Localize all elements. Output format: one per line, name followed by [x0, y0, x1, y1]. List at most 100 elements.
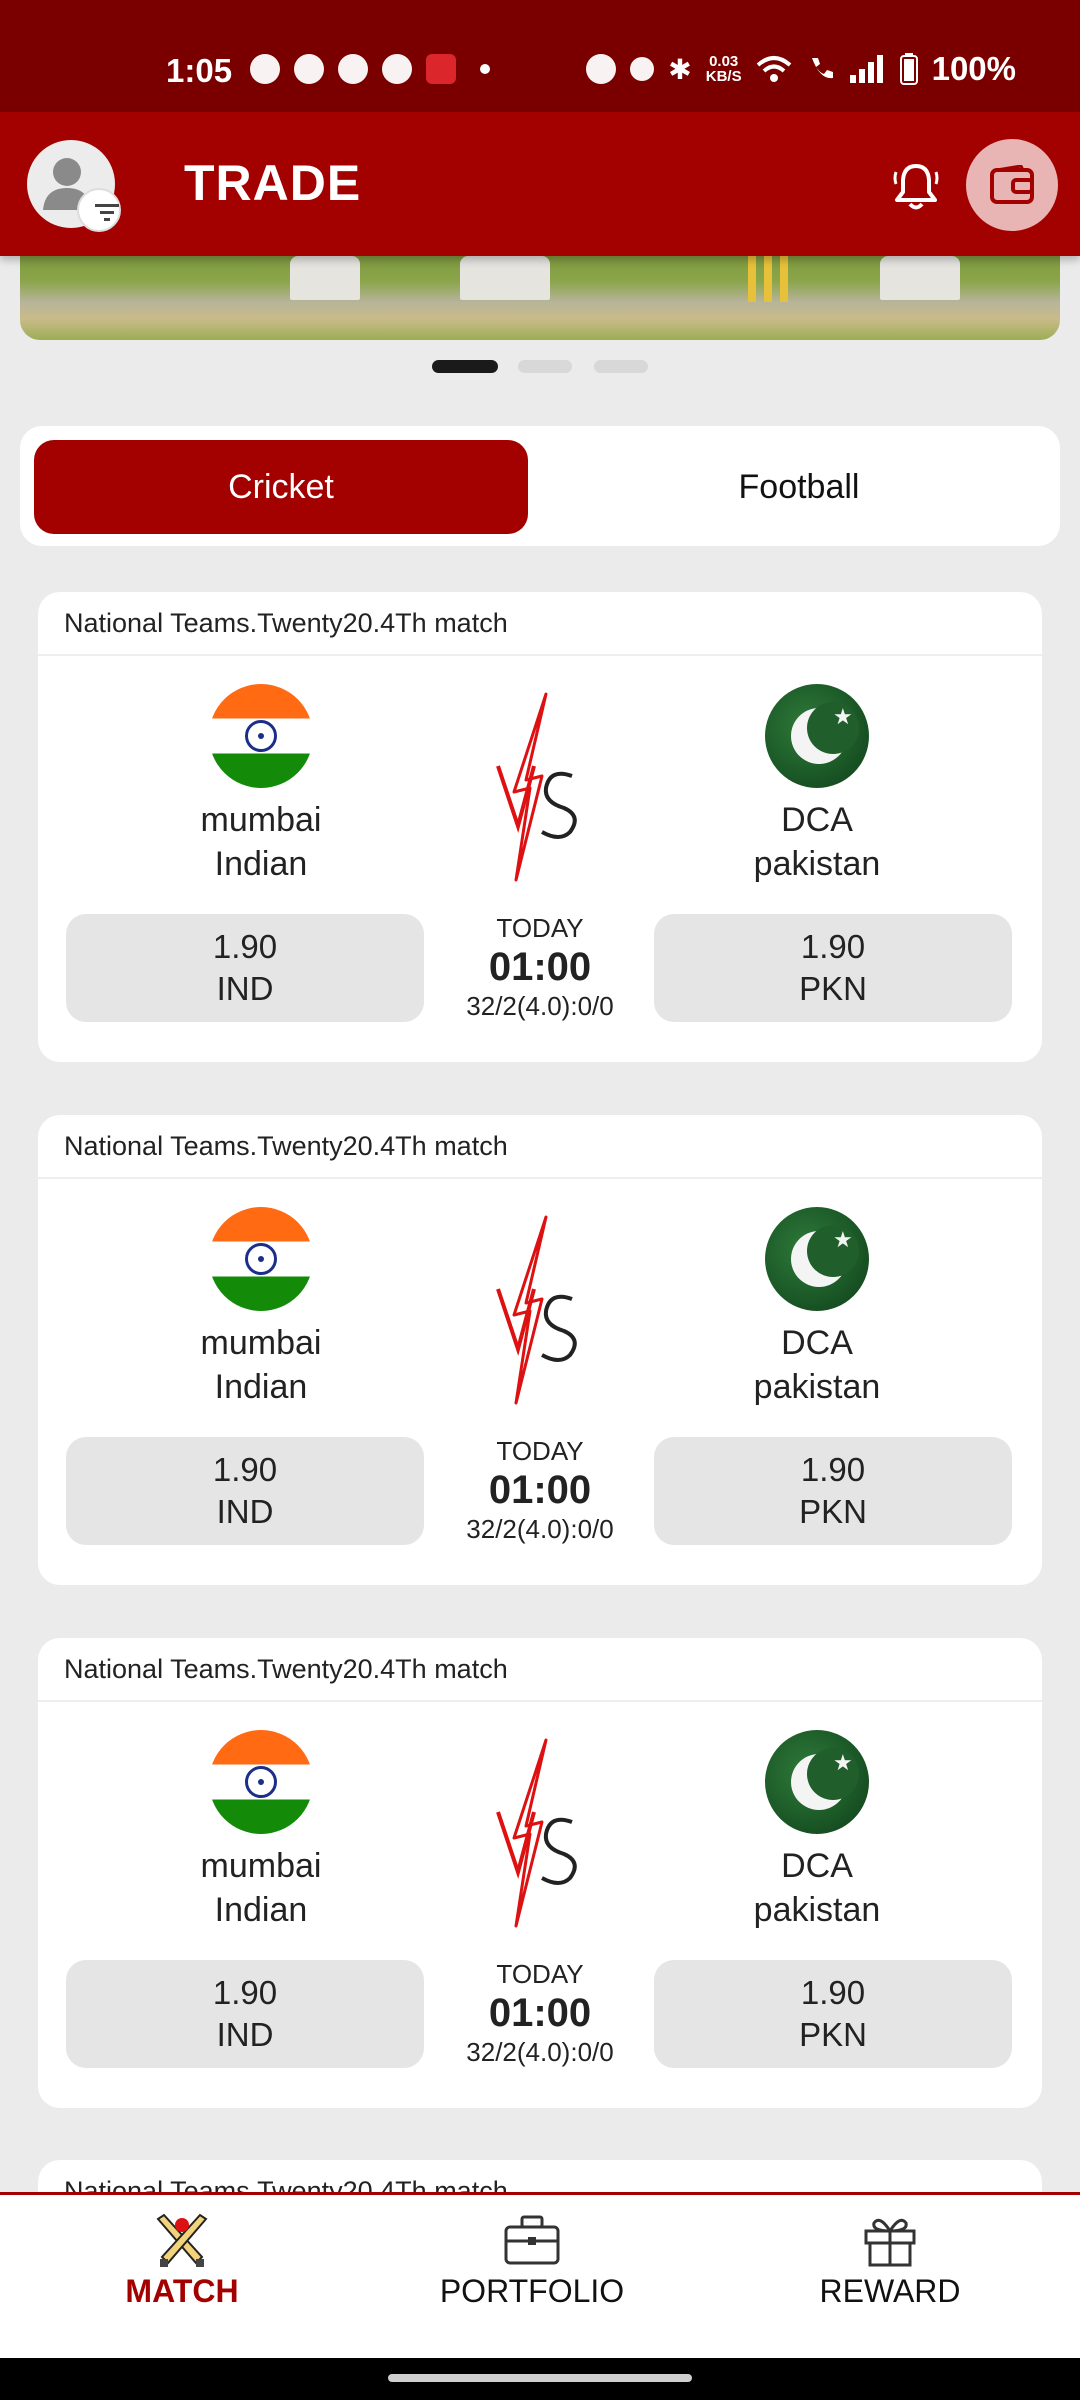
match-time: 01:00	[488, 1468, 592, 1512]
bluetooth-icon: ✱	[668, 53, 692, 85]
away-odds-button[interactable]: 1.90 PKN	[654, 914, 1012, 1022]
india-flag-icon	[209, 684, 313, 788]
gesture-bar	[0, 2358, 1080, 2400]
league-name: National Teams.Twenty20.4Th match	[38, 1115, 1042, 1179]
home-team: mumbai Indian	[136, 1730, 386, 1932]
cricket-bat-icon	[156, 2213, 208, 2267]
pakistan-flag-icon: ★	[765, 1730, 869, 1834]
home-odds-value: 1.90	[212, 1974, 278, 2011]
away-odds-button[interactable]: 1.90 PKN	[654, 1437, 1012, 1545]
home-indicator[interactable]	[388, 2374, 692, 2382]
india-flag-icon	[209, 1730, 313, 1834]
tab-football[interactable]: Football	[552, 440, 1046, 534]
away-team: ★ DCA pakistan	[692, 1207, 942, 1409]
bottom-nav: MATCH PORTFOLIO REWARD	[0, 2192, 1080, 2358]
data-saver-icon	[586, 54, 617, 84]
nav-portfolio[interactable]: PORTFOLIO	[412, 2213, 652, 2310]
home-odds-value: 1.90	[212, 928, 278, 965]
carousel-indicator	[0, 360, 1080, 374]
match-time: 01:00	[488, 945, 592, 989]
nav-reward-label: REWARD	[819, 2273, 961, 2309]
india-flag-icon	[209, 1207, 313, 1311]
away-team: ★ DCA pakistan	[692, 1730, 942, 1932]
chat-icon	[338, 54, 368, 84]
carousel-dot	[518, 360, 572, 373]
carousel-dot	[594, 360, 648, 373]
away-odds-value: 1.90	[800, 928, 866, 965]
wifi-icon	[756, 56, 791, 82]
snapchat-icon	[294, 54, 324, 84]
battery-icon	[899, 53, 918, 85]
filter-icon[interactable]	[77, 188, 121, 232]
notification-bell-icon[interactable]	[890, 160, 942, 212]
home-team-code: IND	[216, 970, 274, 1007]
net-speed-unit: KB/S	[705, 68, 742, 85]
match-time-info: TODAY 01:00 32/2(4.0):0/0	[440, 1435, 640, 1545]
net-speed: 0.03 KB/S	[706, 54, 742, 84]
home-team-name-line1: mumbai	[200, 801, 322, 839]
pakistan-flag-icon: ★	[765, 684, 869, 788]
home-odds-value: 1.90	[212, 1451, 278, 1488]
alarm-icon	[630, 57, 655, 81]
system-icons: ✱ 0.03 KB/S 100%	[586, 50, 1016, 88]
away-team-name-line2: pakistan	[753, 1368, 881, 1406]
b-app-icon	[250, 54, 280, 84]
away-odds-button[interactable]: 1.90 PKN	[654, 1960, 1012, 2068]
nav-match[interactable]: MATCH	[62, 2213, 302, 2310]
nav-reward[interactable]: REWARD	[770, 2213, 1010, 2310]
wallet-button[interactable]	[966, 139, 1058, 231]
home-odds-button[interactable]: 1.90 IND	[66, 1437, 424, 1545]
net-speed-value: 0.03	[709, 53, 739, 70]
home-odds-button[interactable]: 1.90 IND	[66, 1960, 424, 2068]
home-team-code: IND	[216, 2016, 274, 2053]
away-team-name-line1: DCA	[781, 1847, 853, 1885]
match-time: 01:00	[488, 1991, 592, 2035]
away-team-name-line1: DCA	[781, 801, 853, 839]
home-team-name-line1: mumbai	[200, 1324, 322, 1362]
wifi-calling-icon	[811, 58, 833, 79]
away-team-name-line1: DCA	[781, 1324, 853, 1362]
match-card[interactable]: National Teams.Twenty20.4Th match mumbai…	[38, 1638, 1042, 2108]
banner-player	[880, 256, 960, 300]
match-score: 32/2(4.0):0/0	[466, 991, 614, 1021]
match-card[interactable]: National Teams.Twenty20.4Th match mumbai…	[38, 592, 1042, 1062]
promo-banner[interactable]	[20, 256, 1060, 340]
banner-stumps	[748, 256, 788, 302]
page-title: TRADE	[184, 155, 362, 211]
home-team-name-line2: Indian	[214, 1368, 308, 1406]
home-team-name-line2: Indian	[214, 1891, 308, 1929]
home-team-name-line1: mumbai	[200, 1847, 322, 1885]
home-team: mumbai Indian	[136, 684, 386, 886]
home-team: mumbai Indian	[136, 1207, 386, 1409]
avatar[interactable]	[27, 140, 121, 232]
banner-player	[460, 256, 550, 300]
home-odds-button[interactable]: 1.90 IND	[66, 914, 424, 1022]
versus-icon	[496, 1738, 577, 1928]
sport-tabs: Cricket Football	[20, 426, 1060, 546]
match-day: TODAY	[496, 1959, 584, 1989]
notification-icons	[250, 54, 490, 84]
match-time-info: TODAY 01:00 32/2(4.0):0/0	[440, 1958, 640, 2068]
away-team: ★ DCA pakistan	[692, 684, 942, 886]
wallet-icon	[990, 165, 1034, 204]
match-day: TODAY	[496, 913, 584, 943]
versus-icon	[496, 1215, 577, 1405]
carousel-dot-active	[432, 360, 498, 373]
tab-cricket[interactable]: Cricket	[34, 440, 528, 534]
away-team-code: PKN	[799, 1493, 867, 1530]
app-bar: TRADE	[0, 112, 1080, 256]
match-card[interactable]: National Teams.Twenty20.4Th match mumbai…	[38, 1115, 1042, 1585]
away-team-code: PKN	[799, 970, 867, 1007]
gift-icon	[864, 2218, 916, 2267]
match-time-info: TODAY 01:00 32/2(4.0):0/0	[440, 912, 640, 1022]
away-team-code: PKN	[799, 2016, 867, 2053]
pakistan-flag-icon: ★	[765, 1207, 869, 1311]
league-name: National Teams.Twenty20.4Th match	[38, 592, 1042, 656]
status-bar: 1:05 ✱ 0.03 KB/S 100%	[0, 0, 1080, 112]
nav-portfolio-label: PORTFOLIO	[439, 2273, 625, 2309]
more-dot-icon	[480, 64, 490, 74]
trophy-icon	[382, 54, 412, 84]
briefcase-icon	[504, 2215, 560, 2265]
signal-icon	[849, 55, 883, 83]
status-time: 1:05	[166, 52, 233, 89]
